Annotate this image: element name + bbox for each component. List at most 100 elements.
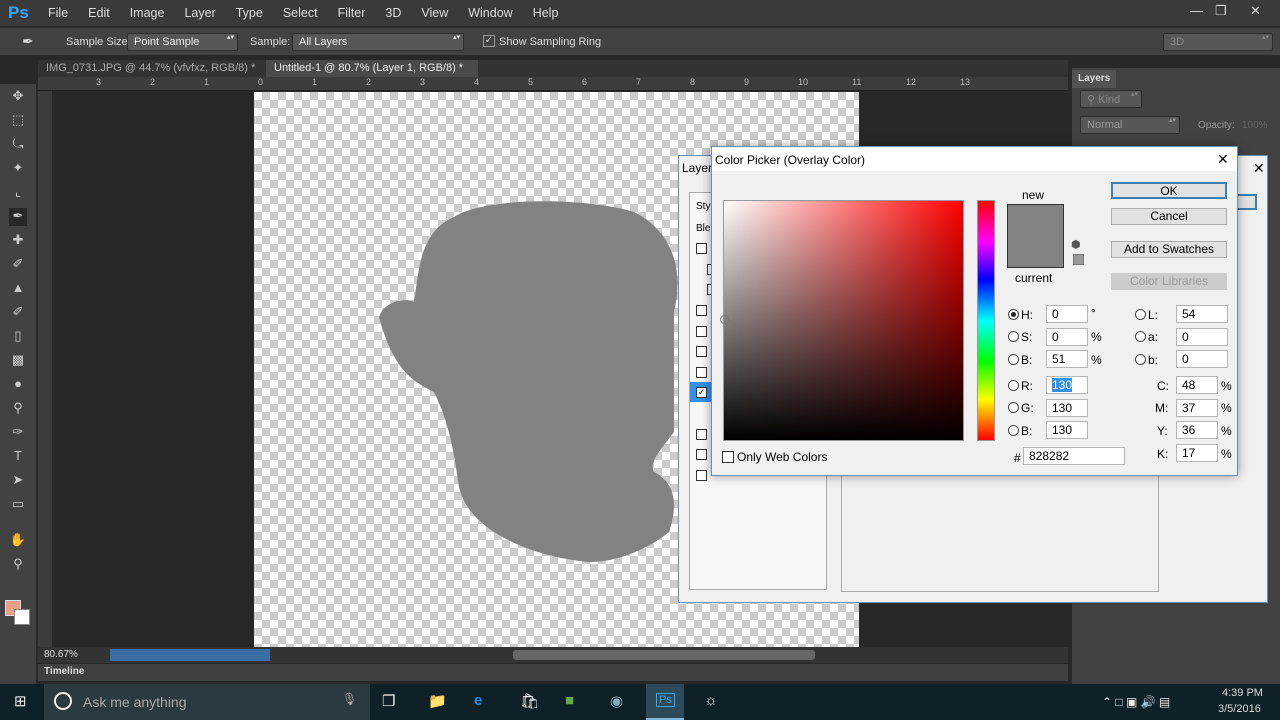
menu-filter[interactable]: Filter bbox=[328, 6, 376, 20]
stamp-tool-icon[interactable]: ▲ bbox=[9, 280, 27, 298]
red-field[interactable]: 130 bbox=[1046, 376, 1088, 394]
hex-field[interactable]: 828282 bbox=[1023, 447, 1125, 465]
pen-tool-icon[interactable]: ✑ bbox=[9, 424, 27, 442]
b-radio[interactable] bbox=[1008, 354, 1019, 365]
menu-image[interactable]: Image bbox=[120, 6, 175, 20]
l-radio[interactable] bbox=[1135, 309, 1146, 320]
eraser-tool-icon[interactable]: ▯ bbox=[9, 328, 27, 346]
show-sampling-ring-checkbox[interactable]: ✓ bbox=[483, 35, 495, 47]
menu-window[interactable]: Window bbox=[458, 6, 522, 20]
eyedropper-tool-icon[interactable]: ✒ bbox=[9, 208, 27, 226]
black-field[interactable]: 17 bbox=[1176, 444, 1218, 462]
horizontal-scrollbar[interactable] bbox=[513, 650, 815, 660]
color-overlay-checkbox[interactable]: ✓ bbox=[696, 387, 707, 398]
color-preview-swatch[interactable] bbox=[1007, 204, 1064, 268]
green-field[interactable]: 130 bbox=[1046, 399, 1088, 417]
clock-time[interactable]: 4:39 PM bbox=[1222, 687, 1263, 699]
kind-filter-select[interactable]: ⚲ Kind bbox=[1080, 90, 1142, 108]
style-checkbox[interactable] bbox=[696, 429, 707, 440]
blue-field[interactable]: 130 bbox=[1046, 421, 1088, 439]
gradient-tool-icon[interactable]: ▩ bbox=[9, 352, 27, 370]
menu-view[interactable]: View bbox=[411, 6, 458, 20]
picker-close-icon[interactable]: ✕ bbox=[1217, 151, 1229, 168]
s-radio[interactable] bbox=[1008, 331, 1019, 342]
crop-tool-icon[interactable]: ⌞ bbox=[9, 184, 27, 202]
color-cursor[interactable] bbox=[720, 315, 729, 324]
a-field[interactable]: 0 bbox=[1176, 328, 1228, 346]
dodge-tool-icon[interactable]: ⚲ bbox=[9, 400, 27, 418]
lightness-field[interactable]: 54 bbox=[1176, 305, 1228, 323]
clock-date[interactable]: 3/5/2016 bbox=[1218, 703, 1261, 715]
tab-untitled-1[interactable]: Untitled-1 @ 80.7% (Layer 1, RGB/8) * × bbox=[266, 60, 478, 86]
close-window-icon[interactable]: ✕ bbox=[1250, 3, 1261, 19]
marquee-tool-icon[interactable]: ⬚ bbox=[9, 112, 27, 130]
menu-3d[interactable]: 3D bbox=[375, 6, 411, 20]
style-checkbox[interactable] bbox=[696, 243, 707, 254]
menu-help[interactable]: Help bbox=[523, 6, 569, 20]
eyedropper-icon[interactable]: ✒ bbox=[22, 33, 34, 50]
out-of-gamut-cube-icon[interactable]: ⬢ bbox=[1071, 238, 1081, 251]
yellow-field[interactable]: 36 bbox=[1176, 421, 1218, 439]
hue-field[interactable]: 0 bbox=[1046, 305, 1088, 323]
hue-slider[interactable] bbox=[977, 200, 995, 441]
path-select-icon[interactable]: ➤ bbox=[9, 472, 27, 490]
menu-select[interactable]: Select bbox=[273, 6, 328, 20]
brightness-field[interactable]: 51 bbox=[1046, 350, 1088, 368]
cortana-search-box[interactable]: Ask me anything 🎙 bbox=[44, 684, 370, 720]
zoom-level[interactable]: 80.67% bbox=[44, 649, 78, 660]
saturation-brightness-field[interactable] bbox=[720, 200, 964, 441]
lasso-tool-icon[interactable]: ⤿ bbox=[9, 136, 27, 154]
minecraft-icon[interactable]: ■ bbox=[565, 692, 574, 709]
style-checkbox[interactable] bbox=[696, 449, 707, 460]
timeline-panel[interactable]: Timeline bbox=[38, 664, 1068, 681]
file-explorer-icon[interactable]: 📁 bbox=[428, 692, 447, 710]
workspace-select[interactable]: 3D bbox=[1163, 33, 1273, 51]
minimize-icon[interactable]: — bbox=[1190, 3, 1203, 18]
zoom-tool-icon[interactable]: ⚲ bbox=[9, 556, 27, 574]
saturation-field[interactable]: 0 bbox=[1046, 328, 1088, 346]
tray-icons[interactable]: ⌃ □ ▣ 🔊 ▤ bbox=[1102, 695, 1170, 709]
color-libraries-button[interactable]: Color Libraries bbox=[1111, 273, 1227, 290]
layers-tab[interactable]: Layers bbox=[1072, 70, 1116, 88]
brush-tool-icon[interactable]: ✐ bbox=[9, 256, 27, 274]
photoshop-taskbar-button[interactable]: Ps bbox=[646, 684, 684, 720]
hand-tool-icon[interactable]: ✋ bbox=[9, 532, 27, 550]
blend-mode-select[interactable]: Normal bbox=[1080, 116, 1180, 134]
microphone-icon[interactable]: 🎙 bbox=[342, 692, 357, 706]
edge-icon[interactable]: e bbox=[474, 692, 482, 709]
magenta-field[interactable]: 37 bbox=[1176, 399, 1218, 417]
add-to-swatches-button[interactable]: Add to Swatches bbox=[1111, 241, 1227, 258]
menu-type[interactable]: Type bbox=[226, 6, 273, 20]
only-web-colors-checkbox[interactable] bbox=[722, 451, 734, 463]
menu-file[interactable]: File bbox=[38, 6, 78, 20]
blur-tool-icon[interactable]: ● bbox=[9, 376, 27, 394]
ok-button[interactable]: OK bbox=[1111, 182, 1227, 199]
lab-b-field[interactable]: 0 bbox=[1176, 350, 1228, 368]
h-radio[interactable] bbox=[1008, 309, 1019, 320]
windows-start-icon[interactable]: ⊞ bbox=[14, 692, 27, 710]
style-checkbox[interactable] bbox=[696, 346, 707, 357]
cancel-button[interactable]: Cancel bbox=[1111, 208, 1227, 225]
sample-size-select[interactable]: Point Sample bbox=[127, 33, 238, 51]
store-icon[interactable]: 🛍 bbox=[520, 692, 539, 710]
quick-select-tool-icon[interactable]: ✦ bbox=[9, 160, 27, 178]
steam-icon[interactable]: ◉ bbox=[610, 692, 623, 710]
style-checkbox[interactable] bbox=[696, 326, 707, 337]
menu-layer[interactable]: Layer bbox=[174, 6, 225, 20]
r-radio[interactable] bbox=[1008, 380, 1019, 391]
style-checkbox[interactable] bbox=[696, 470, 707, 481]
history-brush-icon[interactable]: ✐ bbox=[9, 304, 27, 322]
healing-tool-icon[interactable]: ✚ bbox=[9, 232, 27, 250]
type-tool-icon[interactable]: T bbox=[9, 448, 27, 466]
layer-style-close-icon[interactable]: ✕ bbox=[1253, 160, 1265, 177]
shape-tool-icon[interactable]: ▭ bbox=[9, 496, 27, 514]
blue-radio[interactable] bbox=[1008, 425, 1019, 436]
opacity-field[interactable]: 100% bbox=[1242, 120, 1268, 131]
restore-icon[interactable]: ❐ bbox=[1215, 3, 1227, 19]
web-safe-swatch-icon[interactable] bbox=[1073, 254, 1084, 265]
tab-img-0731[interactable]: IMG_0731.JPG @ 44.7% (vfvfxz, RGB/8) * × bbox=[38, 60, 266, 86]
task-view-icon[interactable]: ❐ bbox=[382, 692, 395, 710]
lab-b-radio[interactable] bbox=[1135, 354, 1146, 365]
cyan-field[interactable]: 48 bbox=[1176, 376, 1218, 394]
g-radio[interactable] bbox=[1008, 402, 1019, 413]
